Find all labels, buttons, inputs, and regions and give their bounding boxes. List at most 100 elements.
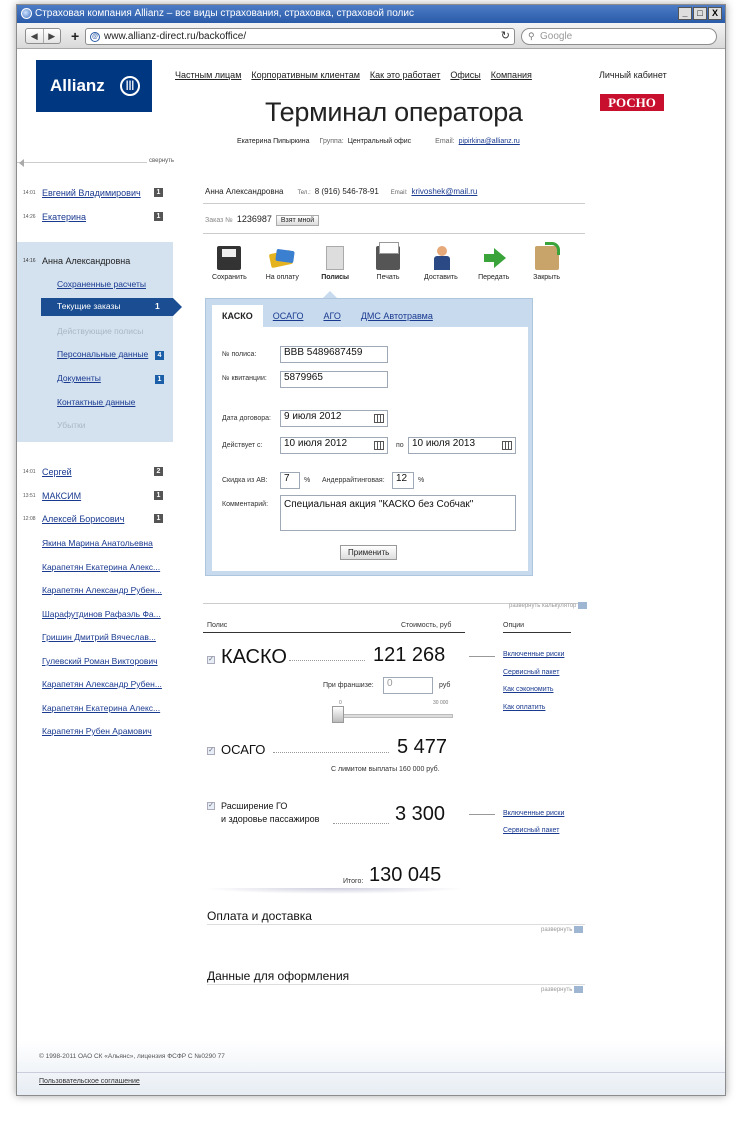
contract-date-field[interactable]: 9 июля 2012 [280,410,388,427]
nav-company[interactable]: Компания [491,70,532,80]
footer [17,1040,725,1095]
franchise-field[interactable]: 0 [383,677,433,694]
underwriting-field[interactable]: 12 [392,472,414,489]
take-order-button[interactable]: Взят мной [275,215,320,226]
operator-email[interactable]: pipirkina@allianz.ru [459,138,520,145]
personal-cabinet-link[interactable]: Личный кабинет [599,70,667,80]
sidebar-item-active-policies: Действующие полисы [57,326,144,336]
policy-number-field[interactable]: ВВВ 5489687459 [280,346,388,363]
save-action[interactable]: Сохранить [203,246,256,281]
sidebar-client-link[interactable]: Карапетян Екатерина Алекс... [42,703,160,713]
extension-option-risks[interactable]: Включенные риски [503,810,564,817]
valid-from-field[interactable]: 10 июля 2012 [280,437,388,454]
kasko-option-risks[interactable]: Включенные риски [503,651,564,658]
sidebar-item-saved-calculations[interactable]: Сохраненные расчеты [57,279,146,289]
sidebar-client-row[interactable]: 14:01 Евгений Владимирович 1 [17,187,173,201]
policies-action[interactable]: Полисы [309,246,362,281]
tab-ago[interactable]: АГО [313,305,350,327]
kasko-option-save[interactable]: Как сэкономить [503,686,554,693]
allianz-logo[interactable]: Allianz ||| [36,60,152,112]
sidebar-client-link[interactable]: Якина Марина Анатольевна [42,538,153,548]
tab-dms[interactable]: ДМС Автотравма [351,305,443,327]
sidebar-client-link[interactable]: Карапетян Рубен Арамович [42,726,152,736]
sidebar-client-row[interactable]: 12:08 Алексей Борисович 1 [17,513,173,527]
sidebar-client-link[interactable]: Гришин Дмитрий Вячеслав... [42,632,156,642]
deliver-action[interactable]: Доставить [414,246,467,281]
collapse-link[interactable]: свернуть [147,158,176,164]
user-agreement-link[interactable]: Пользовательское соглашение [39,1078,140,1085]
client-email[interactable]: krivoshek@mail.ru [411,187,477,196]
tab-kasko[interactable]: КАСКО [212,305,263,327]
pay-action[interactable]: На оплату [256,246,309,281]
valid-to-field[interactable]: 10 июля 2013 [408,437,516,454]
total-divider [203,888,465,894]
kasko-option-pay[interactable]: Как оплатить [503,704,545,711]
client-name[interactable]: Алексей Борисович [42,514,124,524]
client-badge: 1 [154,514,163,523]
reload-icon[interactable]: ↻ [501,29,510,44]
close-action[interactable]: Закрыть [520,242,573,281]
sidebar-client-link[interactable]: Гулевский Роман Викторович [42,656,158,666]
nav-corporate[interactable]: Корпоративным клиентам [251,70,360,80]
sidebar-client-row[interactable]: 14:26 Екатерина 1 [17,211,173,225]
sidebar-client-link[interactable]: Шарафутдинов Рафаэль Фа... [42,609,161,619]
registration-data-title[interactable]: Данные для оформления [207,969,349,983]
client-time: 14:26 [23,214,36,220]
payment-delivery-title[interactable]: Оплата и доставка [207,909,312,923]
contract-date-label: Дата договора: [222,415,271,422]
sidebar-client-link[interactable]: Карапетян Александр Рубен... [42,679,162,689]
transfer-action[interactable]: Передать [467,246,520,281]
apply-button[interactable]: Применить [340,545,398,560]
valid-from-label: Действует с: [222,442,263,449]
close-button[interactable]: X [708,7,722,20]
sidebar-item-contacts[interactable]: Контактные данные [57,397,135,407]
sidebar-client-link[interactable]: Карапетян Екатерина Алекс... [42,562,160,572]
comment-field[interactable]: Специальная акция "КАСКО без Собчак" [280,495,516,531]
nav-how-it-works[interactable]: Как это работает [370,70,440,80]
copyright: © 1998-2011 ОАО СК «Альянс», лицензия ФС… [39,1053,225,1060]
client-name[interactable]: Екатерина [42,212,86,222]
receipt-number-field[interactable]: 5879965 [280,371,388,388]
expand-payment-link[interactable]: развернуть [541,926,584,933]
total-value: 130 045 [369,864,442,886]
search-box[interactable]: ⚲ Google [521,28,717,45]
maximize-button[interactable]: □ [693,7,707,20]
discount-field[interactable]: 7 [280,472,300,489]
tab-osago[interactable]: ОСАГО [263,305,314,327]
kasko-option-service[interactable]: Сервисный пакет [503,669,559,676]
client-name[interactable]: МАКСИМ [42,491,81,501]
print-action[interactable]: Печать [362,242,415,281]
back-arrow-icon[interactable]: ◀ [26,29,43,43]
osago-checkbox[interactable]: ✓ [207,747,215,755]
extension-name-line1: Расширение ГО [221,801,288,811]
extension-checkbox[interactable]: ✓ [207,802,215,810]
expand-calculator-link[interactable]: развернуть калькулятор [509,602,588,609]
sidebar-item-personal-data[interactable]: Персональные данные [57,349,148,359]
sidebar-item-documents[interactable]: Документы [57,373,101,383]
minimize-button[interactable]: _ [678,7,692,20]
sidebar-client-link[interactable]: Карапетян Александр Рубен... [42,585,162,595]
floppy-disk-icon [217,246,242,270]
sidebar-client-row[interactable]: 14:01 Сергей 2 [17,466,173,480]
client-name[interactable]: Евгений Владимирович [42,188,141,198]
client-badge: 1 [154,491,163,500]
client-email-label: Email: [390,190,408,196]
nav-private[interactable]: Частным лицам [175,70,241,80]
franchise-slider-track[interactable] [339,714,453,718]
new-tab-plus-icon[interactable]: + [71,29,79,43]
collapse-arrow-icon[interactable] [19,159,24,167]
extension-option-service[interactable]: Сервисный пакет [503,827,559,834]
franchise-slider-handle[interactable] [332,706,344,723]
kasko-checkbox[interactable]: ✓ [207,656,215,664]
forward-arrow-icon[interactable]: ▶ [42,29,61,43]
calendar-icon[interactable] [502,441,512,450]
address-bar[interactable]: @ www.allianz-direct.ru/backoffice/ ↻ [85,28,515,45]
sidebar-item-current-orders[interactable]: Текущие заказы 1 [41,298,173,316]
client-name[interactable]: Сергей [42,467,72,477]
nav-offices[interactable]: Офисы [450,70,480,80]
printer-icon [376,242,400,270]
calendar-icon[interactable] [374,441,384,450]
sidebar-client-row[interactable]: 13:51 МАКСИМ 1 [17,490,173,504]
calendar-icon[interactable] [374,414,384,423]
expand-data-link[interactable]: развернуть [541,986,584,993]
